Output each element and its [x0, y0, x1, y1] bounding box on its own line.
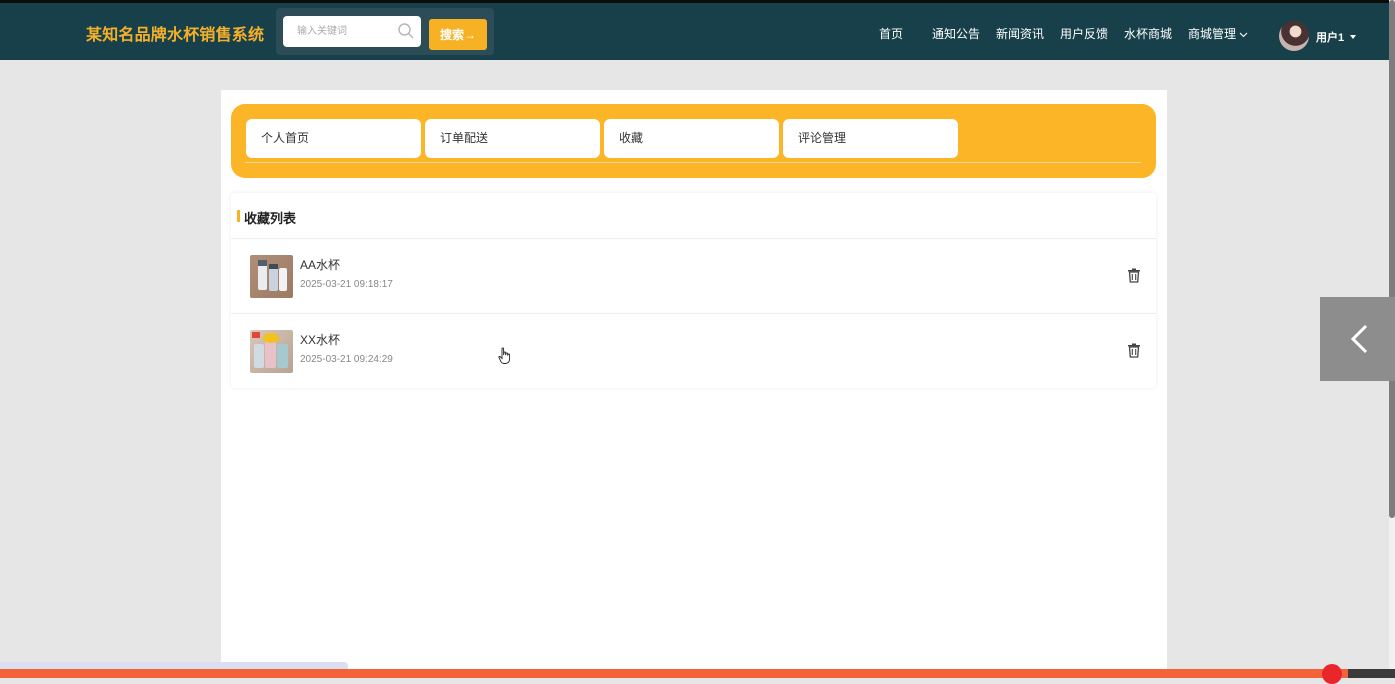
chevron-down-icon — [1239, 32, 1248, 38]
list-item[interactable]: AA水杯 2025-03-21 09:18:17 — [231, 239, 1156, 314]
cup-image-icon — [252, 332, 288, 368]
tab-order-delivery[interactable]: 订单配送 — [425, 119, 600, 158]
brand-title[interactable]: 某知名品牌水杯销售系统 — [86, 21, 264, 45]
nav-feedback[interactable]: 用户反馈 — [1060, 25, 1108, 42]
favorites-title: 收藏列表 — [244, 211, 297, 226]
caret-down-icon[interactable] — [1350, 35, 1356, 39]
scrollbar-thumb[interactable] — [1389, 0, 1395, 518]
favorites-header: 收藏列表 — [231, 193, 1156, 239]
tab-comment-manage[interactable]: 评论管理 — [783, 119, 958, 158]
title-accent-bar — [237, 210, 240, 222]
favorites-panel: 收藏列表 AA水杯 2025-03-21 09:18:17 XX水杯 2025-… — [231, 193, 1156, 388]
search-button[interactable]: 搜索→ — [429, 19, 487, 50]
side-collapse-button[interactable] — [1320, 297, 1395, 381]
product-name[interactable]: XX水杯 — [300, 331, 340, 348]
favorite-time: 2025-03-21 09:18:17 — [300, 279, 393, 290]
top-header: 某知名品牌水杯销售系统 搜索→ 首页 通知公告 新闻资讯 用户反馈 水杯商城 商… — [0, 0, 1389, 60]
nav-shop-manage-label: 商城管理 — [1188, 27, 1237, 41]
search-box: 搜索→ — [276, 8, 494, 55]
search-icon — [398, 23, 414, 39]
main-content: 个人首页 订单配送 收藏 评论管理 收藏列表 AA水杯 2025-03-21 0… — [221, 90, 1167, 678]
tabs-divider — [245, 162, 1141, 163]
taskbar-corner — [1348, 669, 1395, 678]
nav-news[interactable]: 新闻资讯 — [996, 25, 1044, 42]
taskbar-strip — [0, 669, 1395, 678]
tab-personal-home[interactable]: 个人首页 — [246, 119, 421, 158]
hand-cursor-icon — [498, 347, 511, 364]
trash-icon[interactable] — [1127, 343, 1141, 358]
user-tabs-bar: 个人首页 订单配送 收藏 评论管理 — [231, 104, 1156, 178]
nav-notices[interactable]: 通知公告 — [932, 25, 980, 42]
product-thumbnail[interactable] — [250, 255, 293, 298]
nav-shop-manage[interactable]: 商城管理 — [1188, 25, 1248, 42]
user-name[interactable]: 用户1 — [1316, 29, 1344, 45]
nav-shop[interactable]: 水杯商城 — [1124, 25, 1172, 42]
product-name[interactable]: AA水杯 — [300, 256, 340, 273]
tab-favorites[interactable]: 收藏 — [604, 119, 779, 158]
list-item[interactable]: XX水杯 2025-03-21 09:24:29 — [231, 314, 1156, 388]
chevron-left-icon — [1350, 324, 1368, 354]
record-indicator-icon[interactable] — [1322, 664, 1342, 684]
cup-image-icon — [258, 260, 287, 291]
avatar[interactable] — [1279, 21, 1309, 51]
product-thumbnail[interactable] — [250, 330, 293, 373]
nav-home[interactable]: 首页 — [879, 25, 903, 42]
favorite-time: 2025-03-21 09:24:29 — [300, 354, 393, 365]
trash-icon[interactable] — [1127, 268, 1141, 283]
